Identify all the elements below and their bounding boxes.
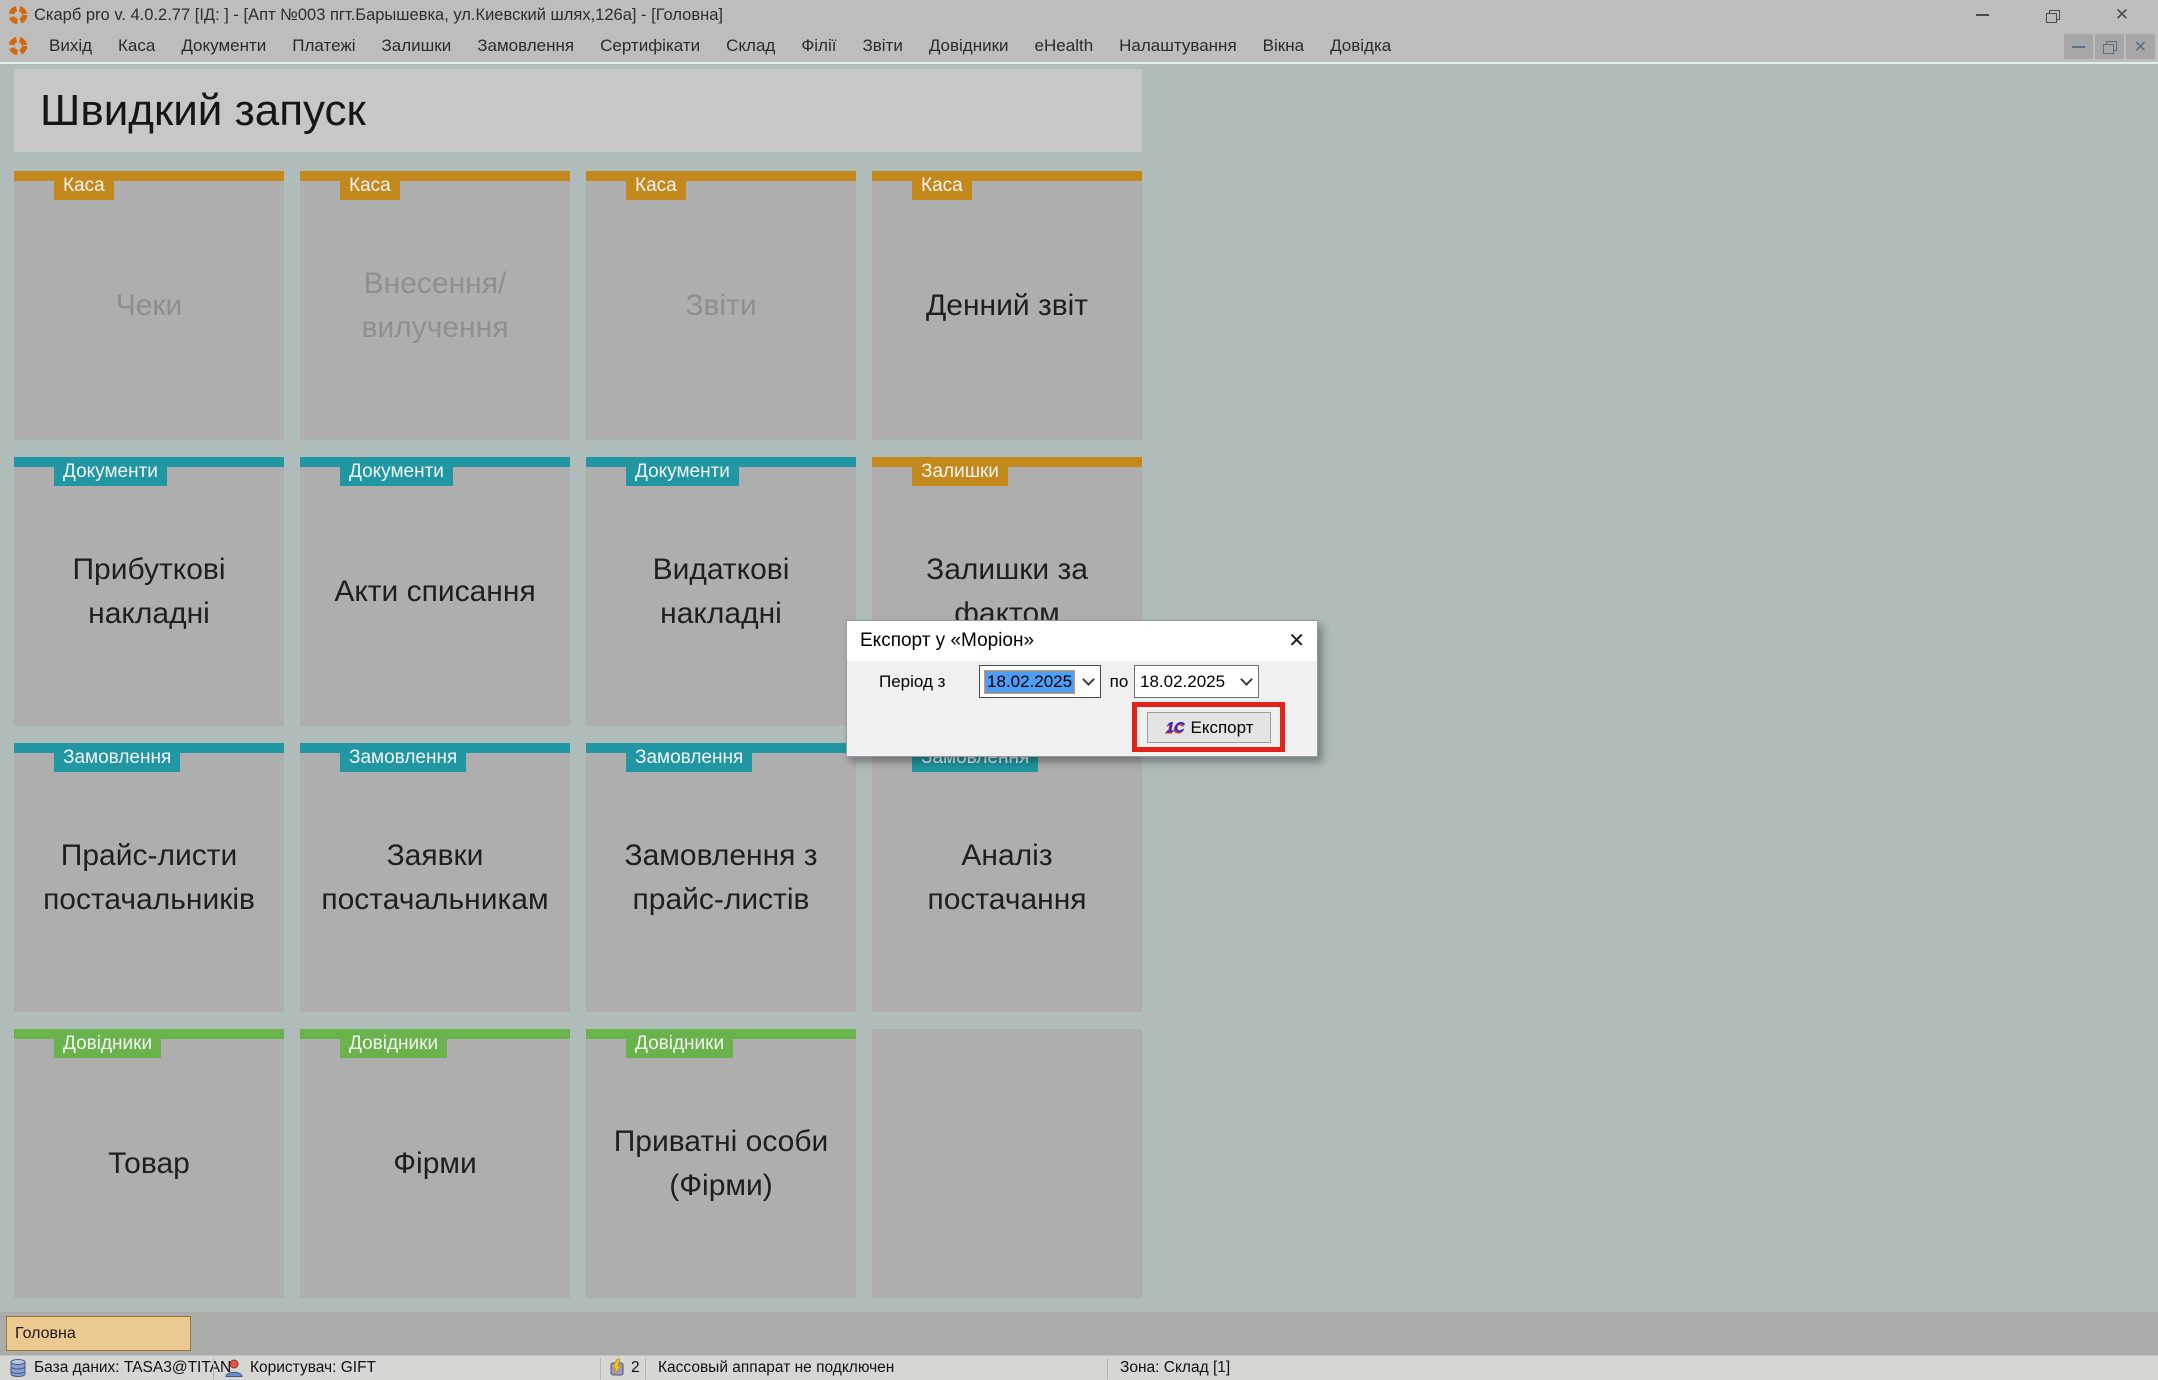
page-title: Швидкий запуск: [40, 86, 366, 136]
tile-title: Замовлення з прайс-листів: [586, 743, 856, 1012]
export-button[interactable]: 1С 1С Експорт: [1147, 712, 1271, 743]
status-separator: [600, 1358, 601, 1379]
user-status: Користувач: GIFT: [250, 1356, 376, 1380]
date-from-value[interactable]: 18.02.2025: [985, 671, 1074, 693]
status-separator: [1107, 1358, 1108, 1379]
window-titlebar: Скарб pro v. 4.0.2.77 [ІД: ] - [Апт №003…: [0, 0, 2158, 30]
zone-status: Зона: Склад [1]: [1120, 1356, 1230, 1380]
period-to-label: по: [1105, 665, 1133, 698]
tile-10[interactable]: ЗамовленняЗамовлення з прайс-листів: [586, 743, 856, 1012]
tile-title: Звіти: [586, 171, 856, 440]
user-icon: [224, 1358, 244, 1378]
tile-title: Приватні особи (Фірми): [586, 1029, 856, 1298]
tile-6[interactable]: ДокументиВидаткові накладні: [586, 457, 856, 726]
status-separator: [645, 1358, 646, 1379]
cash-register-icon: [607, 1358, 627, 1378]
devices-count: 2: [631, 1356, 640, 1380]
menu-item-0[interactable]: Вихід: [36, 30, 105, 62]
tile-4[interactable]: ДокументиПрибуткові накладні: [14, 457, 284, 726]
chevron-down-icon[interactable]: [1076, 679, 1100, 684]
dialog-titlebar[interactable]: Експорт у «Моріон»: [847, 621, 1317, 661]
export-dialog: Експорт у «Моріон» ✕ Період з 18.02.2025…: [846, 620, 1318, 757]
dialog-title: Експорт у «Моріон»: [860, 630, 1034, 652]
restore-icon[interactable]: [2030, 0, 2074, 30]
menu-item-9[interactable]: Звіти: [849, 30, 915, 62]
menu-app-logo-icon: [8, 36, 28, 56]
tile-3[interactable]: КасаДенний звіт: [872, 171, 1142, 440]
tile-8[interactable]: ЗамовленняПрайс-листи постачальників: [14, 743, 284, 1012]
menu-item-2[interactable]: Документи: [168, 30, 279, 62]
app-logo-icon: [8, 5, 28, 25]
menu-item-5[interactable]: Замовлення: [464, 30, 587, 62]
cash-register-status: Кассовый аппарат не подключен: [658, 1356, 894, 1380]
tile-title: Фірми: [300, 1029, 570, 1298]
menu-item-10[interactable]: Довідники: [916, 30, 1022, 62]
tile-12[interactable]: ДовідникиТовар: [14, 1029, 284, 1298]
menu-item-14[interactable]: Довідка: [1317, 30, 1404, 62]
tab-golovna[interactable]: Головна: [6, 1316, 191, 1351]
chevron-down-icon[interactable]: [1234, 679, 1258, 684]
tile-14[interactable]: ДовідникиПриватні особи (Фірми): [586, 1029, 856, 1298]
tile-title: Чеки: [14, 171, 284, 440]
date-from-combobox[interactable]: 18.02.2025: [979, 665, 1101, 698]
tile-title: Денний звіт: [872, 171, 1142, 440]
status-separator: [213, 1358, 214, 1379]
database-icon: [8, 1358, 28, 1378]
menu-divider: [0, 62, 2158, 64]
window-title: Скарб pro v. 4.0.2.77 [ІД: ] - [Апт №003…: [34, 6, 723, 25]
menu-item-3[interactable]: Платежі: [279, 30, 368, 62]
tile-title: Внесення/вилучення: [300, 171, 570, 440]
tile-title: Прайс-листи постачальників: [14, 743, 284, 1012]
tile-title: Прибуткові накладні: [14, 457, 284, 726]
mdi-minimize-icon[interactable]: [2064, 34, 2093, 59]
1c-export-icon: 1С 1С: [1165, 718, 1185, 738]
dialog-close-icon[interactable]: ✕: [1288, 628, 1305, 653]
mdi-restore-icon[interactable]: [2095, 34, 2124, 59]
tile-title: Видаткові накладні: [586, 457, 856, 726]
mdi-close-icon[interactable]: ✕: [2126, 34, 2155, 59]
export-button-label: Експорт: [1191, 718, 1254, 738]
menu-item-8[interactable]: Філії: [788, 30, 849, 62]
minimize-icon[interactable]: [1960, 0, 2004, 30]
database-status: База даних: TASA3@TITAN: [34, 1356, 231, 1380]
menu-items: ВихідКасаДокументиПлатежіЗалишкиЗамовлен…: [36, 30, 1404, 62]
date-to-combobox[interactable]: 18.02.2025: [1134, 665, 1259, 698]
period-from-label: Період з: [879, 665, 945, 698]
menu-bar: ВихідКасаДокументиПлатежіЗалишкиЗамовлен…: [0, 30, 2158, 62]
tile-5[interactable]: ДокументиАкти списання: [300, 457, 570, 726]
menu-item-1[interactable]: Каса: [105, 30, 168, 62]
status-bar: База даних: TASA3@TITAN Користувач: GIFT…: [0, 1355, 2158, 1380]
tile-title: Аналіз постачання: [872, 743, 1142, 1012]
menu-item-6[interactable]: Сертифікати: [587, 30, 713, 62]
tile-0[interactable]: КасаЧеки: [14, 171, 284, 440]
tile-13[interactable]: ДовідникиФірми: [300, 1029, 570, 1298]
tile-1[interactable]: КасаВнесення/вилучення: [300, 171, 570, 440]
close-icon[interactable]: ✕: [2100, 0, 2144, 30]
tile-9[interactable]: ЗамовленняЗаявки постачальникам: [300, 743, 570, 1012]
menu-item-12[interactable]: Налаштування: [1106, 30, 1250, 62]
tile-15: [872, 1029, 1142, 1298]
tile-11[interactable]: ЗамовленняАналіз постачання: [872, 743, 1142, 1012]
tab-label: Головна: [15, 1325, 76, 1343]
menu-item-4[interactable]: Залишки: [369, 30, 465, 62]
menu-item-13[interactable]: Вікна: [1250, 30, 1317, 62]
menu-item-11[interactable]: eHealth: [1022, 30, 1107, 62]
tile-title: Акти списання: [300, 457, 570, 726]
tab-bar: Головна: [0, 1312, 2158, 1355]
quick-launch-header: Швидкий запуск: [14, 69, 1142, 152]
tile-2[interactable]: КасаЗвіти: [586, 171, 856, 440]
date-to-value[interactable]: 18.02.2025: [1140, 672, 1225, 692]
mdi-window-controls: ✕: [2064, 34, 2155, 59]
tile-title: Заявки постачальникам: [300, 743, 570, 1012]
tile-title: Товар: [14, 1029, 284, 1298]
menu-item-7[interactable]: Склад: [713, 30, 788, 62]
svg-text:1С: 1С: [1166, 720, 1185, 736]
